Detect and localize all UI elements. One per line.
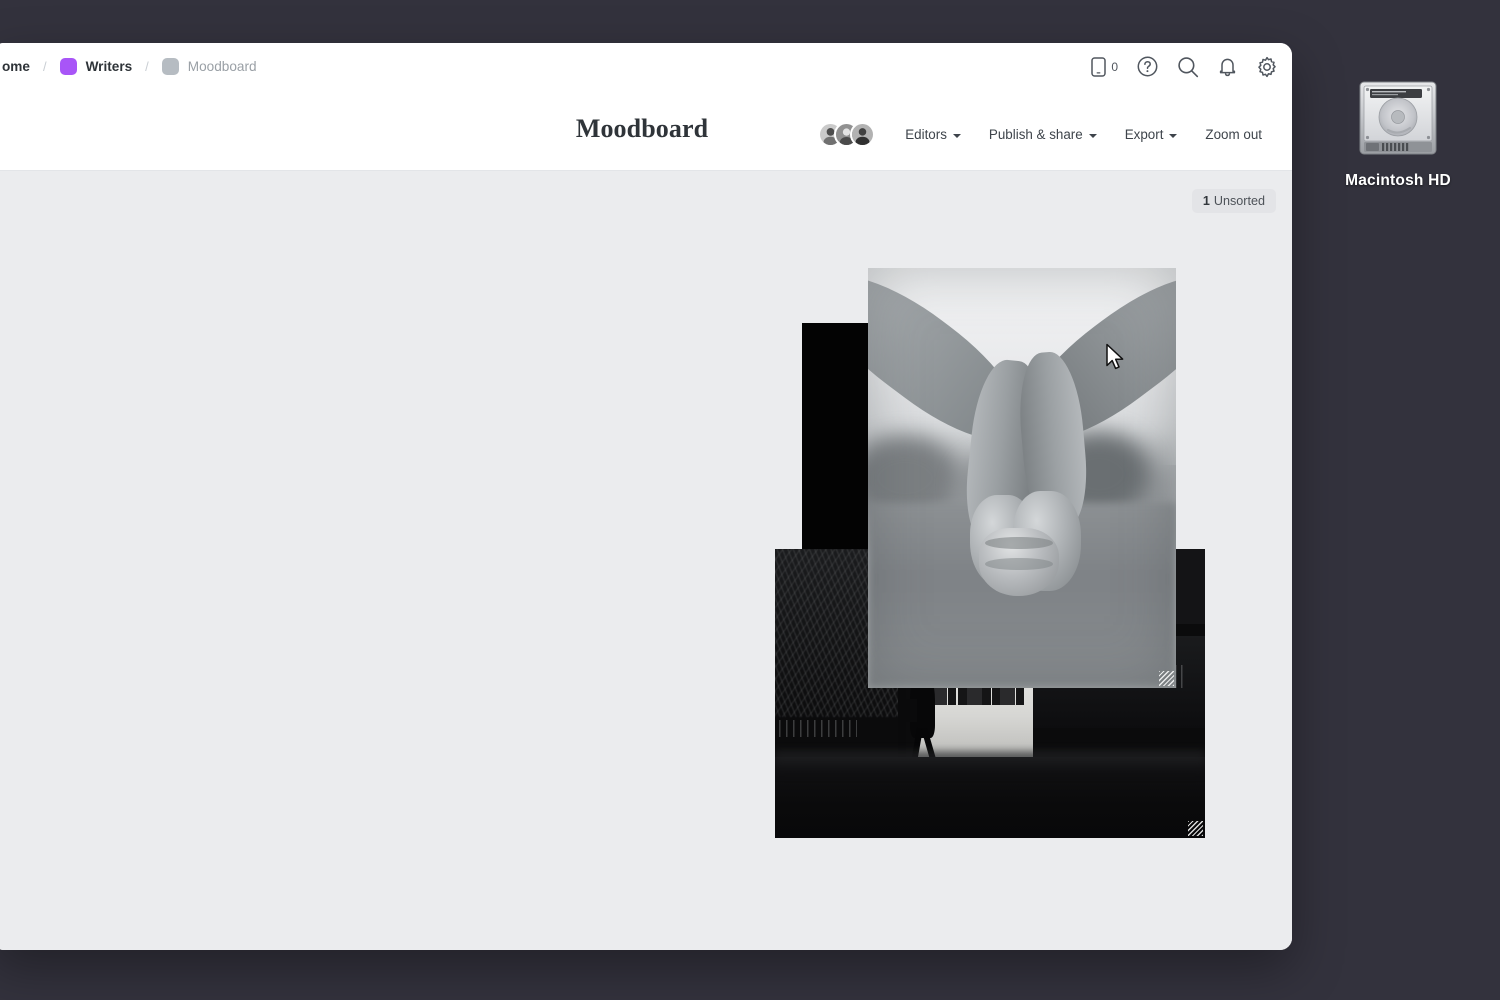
mobile-icon-button[interactable]: 0: [1091, 56, 1118, 77]
notifications-bell-icon: [1219, 58, 1236, 77]
top-bar: ome / Writers / Moodboard 0: [0, 43, 1292, 90]
desktop-background: ome / Writers / Moodboard 0 Moodboard Ed…: [0, 0, 1500, 1000]
title-bar: Moodboard Editors Publish & share Export…: [0, 90, 1292, 171]
chevron-down-icon: [952, 133, 961, 138]
moodboard-canvas[interactable]: 1 Unsorted: [0, 171, 1292, 950]
desktop-drive-icon[interactable]: Macintosh HD: [1338, 76, 1458, 190]
search-icon-button[interactable]: [1177, 56, 1199, 78]
breadcrumb-separator-2: /: [145, 59, 149, 74]
breadcrumb-writers-label: Writers: [85, 59, 133, 74]
settings-gear-icon: [1258, 56, 1276, 77]
holding-hands-artwork: [868, 268, 1176, 688]
breadcrumb-home-label: ome: [2, 59, 30, 74]
publish-share-menu-button[interactable]: Publish & share: [975, 123, 1111, 146]
avatar-photo-3: [852, 124, 874, 145]
breadcrumb-item-home[interactable]: ome: [0, 57, 32, 76]
drive-label: Macintosh HD: [1345, 172, 1451, 189]
breadcrumb-moodboard-label: Moodboard: [187, 59, 257, 74]
notifications-bell-icon-button[interactable]: [1218, 56, 1237, 77]
search-icon: [1178, 56, 1199, 77]
mobile-count: 0: [1111, 59, 1118, 74]
zoom-out-button[interactable]: Zoom out: [1191, 123, 1276, 146]
help-icon-button[interactable]: [1137, 56, 1158, 77]
board-image-holding-hands[interactable]: [868, 268, 1176, 688]
unsorted-badge[interactable]: 1 Unsorted: [1191, 189, 1276, 213]
export-menu-label: Export: [1124, 127, 1164, 142]
editor-avatar-3[interactable]: [850, 122, 876, 147]
breadcrumb-separator: /: [42, 59, 47, 74]
chevron-down-icon: [1088, 133, 1097, 138]
utility-icon-group: 0: [1091, 43, 1278, 90]
unsorted-count: 1: [1202, 194, 1210, 208]
writers-color-swatch: [59, 58, 77, 75]
resize-handle-holding-hands[interactable]: [1159, 671, 1174, 686]
breadcrumb-item-moodboard[interactable]: Moodboard: [160, 56, 259, 77]
zoom-out-label: Zoom out: [1205, 127, 1262, 142]
breadcrumb-item-writers[interactable]: Writers: [58, 56, 135, 77]
breadcrumb: ome / Writers / Moodboard: [0, 56, 259, 77]
hard-drive-icon: [1338, 76, 1458, 162]
board-toolbar: Editors Publish & share Export Zoom out: [818, 122, 1276, 147]
publish-share-menu-label: Publish & share: [988, 127, 1083, 142]
unsorted-label: Unsorted: [1213, 194, 1265, 208]
editor-avatar-stack[interactable]: [818, 122, 876, 147]
editors-menu-label: Editors: [905, 127, 947, 142]
export-menu-button[interactable]: Export: [1111, 123, 1192, 146]
resize-handle-night-street[interactable]: [1188, 821, 1203, 836]
help-icon: [1137, 56, 1158, 77]
editors-menu-button[interactable]: Editors: [891, 123, 975, 146]
app-window: ome / Writers / Moodboard 0 Moodboard Ed…: [0, 43, 1292, 950]
chevron-down-icon: [1169, 133, 1178, 138]
mobile-icon: [1091, 56, 1107, 77]
moodboard-color-swatch: [161, 58, 179, 75]
settings-gear-icon-button[interactable]: [1256, 56, 1278, 78]
